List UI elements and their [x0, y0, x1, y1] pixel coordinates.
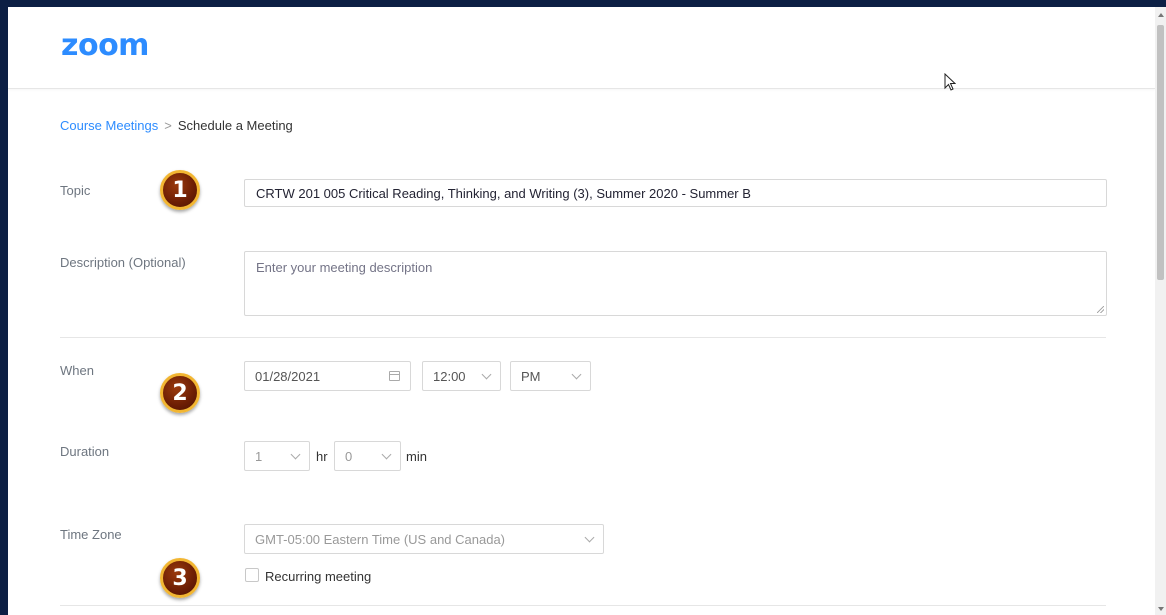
section-divider: [60, 337, 1106, 338]
topic-label: Topic: [60, 183, 91, 198]
chevron-down-icon: [290, 449, 301, 459]
description-label: Description (Optional): [60, 255, 186, 270]
chevron-down-icon: [381, 449, 392, 459]
hours-unit-label: hr: [316, 449, 328, 464]
step-badge-2: 2: [160, 373, 200, 413]
step-badge-1: 1: [160, 170, 200, 210]
timezone-value: GMT-05:00 Eastern Time (US and Canada): [255, 531, 506, 547]
section-divider: [60, 605, 1106, 606]
mouse-cursor-icon: [944, 73, 956, 91]
timezone-label: Time Zone: [60, 527, 122, 542]
duration-hours-select[interactable]: 1: [244, 441, 310, 471]
ampm-value: PM: [521, 368, 541, 384]
duration-minutes-select[interactable]: 0: [334, 441, 401, 471]
breadcrumb-course-meetings-link[interactable]: Course Meetings: [60, 118, 158, 133]
chevron-down-icon: [584, 532, 595, 542]
ampm-select[interactable]: PM: [510, 361, 591, 391]
resize-grip-icon[interactable]: [1097, 306, 1104, 313]
chevron-down-icon: [481, 369, 492, 379]
breadcrumb-separator: >: [164, 118, 172, 133]
topic-input-value: CRTW 201 005 Critical Reading, Thinking,…: [256, 185, 751, 201]
recurring-label[interactable]: Recurring meeting: [265, 569, 371, 584]
duration-minutes-value: 0: [345, 448, 353, 464]
description-textarea[interactable]: Enter your meeting description: [244, 251, 1107, 316]
date-value: 01/28/2021: [255, 368, 321, 384]
duration-label: Duration: [60, 444, 110, 459]
vertical-scrollbar[interactable]: [1155, 7, 1166, 615]
duration-hours-value: 1: [255, 448, 263, 464]
calendar-icon: [389, 371, 400, 381]
minutes-unit-label: min: [406, 449, 427, 464]
browser-page: zoom Course Meetings > Schedule a Meeting …: [8, 7, 1155, 615]
topic-input[interactable]: CRTW 201 005 Critical Reading, Thinking,…: [244, 179, 1107, 207]
scrollbar-thumb[interactable]: [1157, 25, 1164, 280]
recurring-checkbox[interactable]: [245, 568, 259, 582]
time-value: 12:00: [433, 368, 466, 384]
description-placeholder: Enter your meeting description: [256, 260, 433, 275]
breadcrumb-current: Schedule a Meeting: [177, 118, 293, 133]
scroll-down-arrow-icon[interactable]: [1158, 607, 1164, 611]
date-picker[interactable]: 01/28/2021: [244, 361, 411, 391]
time-select[interactable]: 12:00: [422, 361, 501, 391]
zoom-logo[interactable]: zoom: [61, 28, 149, 63]
timezone-select[interactable]: GMT-05:00 Eastern Time (US and Canada): [244, 524, 604, 554]
breadcrumb: Course Meetings > Schedule a Meeting: [60, 118, 293, 133]
step-badge-3: 3: [160, 558, 200, 598]
page-header: zoom: [8, 7, 1155, 91]
scroll-up-arrow-icon[interactable]: [1158, 13, 1164, 17]
when-label: When: [60, 363, 94, 378]
chevron-down-icon: [571, 369, 582, 379]
